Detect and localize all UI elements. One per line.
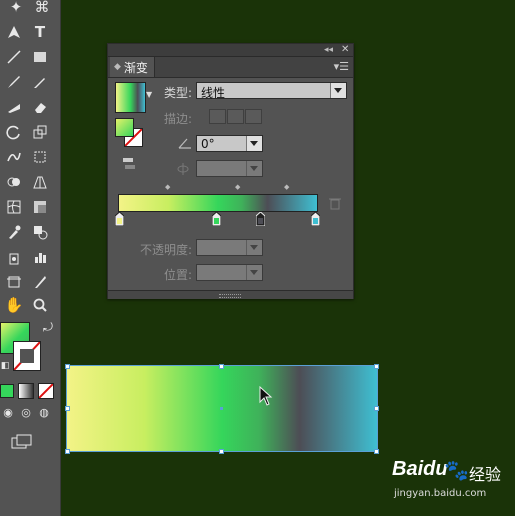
gradient-mode-button[interactable] — [18, 383, 34, 399]
watermark-brand-cn: 经验 — [469, 465, 502, 484]
color-stop-selected[interactable] — [256, 212, 265, 226]
angle-dropdown-arrow-icon — [246, 136, 262, 151]
opacity-input[interactable] — [196, 239, 263, 256]
stroke-label: 描边: — [164, 112, 193, 126]
column-graph-icon[interactable] — [28, 245, 52, 269]
pencil-icon[interactable] — [28, 70, 52, 94]
aspect-ratio-input[interactable] — [196, 160, 263, 177]
color-stop[interactable] — [212, 212, 221, 226]
slice-tool-icon[interactable] — [28, 270, 52, 294]
midpoint-marker[interactable]: ◆ — [235, 183, 240, 191]
selection-handle[interactable] — [65, 406, 70, 411]
tab-gradient[interactable]: ◆ 渐变 — [110, 57, 155, 77]
type-dropdown[interactable]: 线性 — [196, 82, 347, 100]
gradient-slider[interactable] — [118, 194, 318, 212]
none-mode-button[interactable] — [38, 383, 54, 399]
watermark-brand: Baidu — [392, 458, 448, 480]
draw-normal-icon[interactable]: ◉ — [0, 404, 16, 420]
delete-stop-icon[interactable] — [329, 197, 341, 213]
selection-handle[interactable] — [219, 449, 224, 454]
blob-brush-icon[interactable] — [2, 95, 26, 119]
tab-gradient-label: 渐变 — [123, 60, 148, 75]
aspect-ratio-icon — [176, 162, 190, 179]
selection-handle[interactable] — [374, 406, 379, 411]
color-mode-button[interactable] — [0, 384, 14, 398]
gradient-preview-swatch[interactable] — [115, 82, 146, 113]
perspective-grid-icon[interactable] — [28, 170, 52, 194]
type-tool-icon[interactable]: T — [28, 20, 52, 44]
symbol-sprayer-icon[interactable] — [2, 245, 26, 269]
angle-value: 0° — [201, 137, 215, 151]
paintbrush-icon[interactable] — [2, 70, 26, 94]
angle-input[interactable]: 0° — [196, 135, 263, 152]
artboard-tool-icon[interactable] — [2, 270, 26, 294]
default-colors-icon[interactable]: ◧ — [0, 360, 10, 372]
tools-panel: ✦ ⌘ T ✋ ⤾ ◧ ◉ ◎ ◍ — [0, 0, 61, 516]
center-point — [220, 407, 223, 410]
eraser-icon[interactable] — [28, 95, 52, 119]
selection-handle[interactable] — [374, 364, 379, 369]
gradient-panel: ◂◂ ✕ ◆ 渐变 ▾☰ ▼ 类型: 线性 描边: 0° ◆ ◆ ◆ 不透明度:… — [107, 43, 354, 299]
watermark: Baidu 🐾 经验 jingyan.baidu.com — [392, 458, 512, 508]
gradient-tool-icon[interactable] — [28, 195, 52, 219]
opacity-label: 不透明度: — [140, 243, 193, 257]
watermark-url: jingyan.baidu.com — [394, 488, 487, 499]
pen-tool-icon[interactable] — [2, 20, 26, 44]
draw-inside-icon[interactable]: ◍ — [36, 404, 52, 420]
tab-expand-icon: ◆ — [114, 62, 121, 72]
free-transform-icon[interactable] — [28, 145, 52, 169]
midpoint-marker[interactable]: ◆ — [165, 183, 170, 191]
midpoint-marker[interactable]: ◆ — [284, 183, 289, 191]
paw-logo-icon: 🐾 — [444, 458, 469, 482]
panel-tabs: ◆ 渐变 ▾☰ — [108, 57, 353, 78]
close-panel-icon[interactable]: ✕ — [341, 44, 349, 56]
color-stop[interactable] — [311, 212, 320, 226]
panel-menu-icon[interactable]: ▾☰ — [334, 60, 349, 73]
swap-fill-stroke-icon[interactable]: ⤾ — [36, 320, 60, 334]
selection-handle[interactable] — [219, 364, 224, 369]
collapse-panel-icon[interactable]: ◂◂ — [324, 44, 333, 56]
stroke-across-button[interactable] — [245, 109, 262, 124]
selection-handle[interactable] — [65, 449, 70, 454]
angle-icon — [178, 137, 192, 152]
selection-handle[interactable] — [65, 364, 70, 369]
lasso-icon[interactable]: ⌘ — [30, 0, 54, 14]
rectangle-tool-icon[interactable] — [28, 45, 52, 69]
magic-wand-icon[interactable]: ✦ — [4, 0, 28, 14]
hand-tool-icon[interactable]: ✋ — [2, 293, 26, 317]
fill-indicator[interactable] — [115, 118, 134, 137]
stroke-along-button[interactable] — [227, 109, 244, 124]
shape-builder-icon[interactable] — [2, 170, 26, 194]
selection-handle[interactable] — [374, 449, 379, 454]
panel-title-bar[interactable]: ◂◂ ✕ — [108, 44, 353, 57]
type-dropdown-arrow-icon — [330, 83, 346, 98]
stroke-within-button[interactable] — [209, 109, 226, 124]
gradient-presets-arrow-icon[interactable]: ▼ — [146, 90, 152, 99]
aspect-dropdown-arrow-icon — [246, 161, 262, 176]
location-dropdown-arrow-icon — [246, 265, 262, 280]
zoom-tool-icon[interactable] — [28, 293, 52, 317]
reverse-gradient-icon[interactable] — [121, 157, 137, 171]
line-tool-icon[interactable] — [2, 45, 26, 69]
eyedropper-icon[interactable] — [2, 220, 26, 244]
stroke-swatch[interactable] — [13, 341, 41, 371]
blend-tool-icon[interactable] — [28, 220, 52, 244]
warp-tool-icon[interactable] — [2, 145, 26, 169]
opacity-dropdown-arrow-icon — [246, 240, 262, 255]
color-stop[interactable] — [115, 212, 124, 226]
location-label: 位置: — [164, 268, 193, 282]
type-value: 线性 — [201, 86, 226, 100]
location-input[interactable] — [196, 264, 263, 281]
mesh-tool-icon[interactable] — [2, 195, 26, 219]
type-label: 类型: — [164, 86, 193, 100]
mouse-cursor-icon — [259, 386, 273, 406]
scale-tool-icon[interactable] — [28, 120, 52, 144]
draw-behind-icon[interactable]: ◎ — [18, 404, 34, 420]
screen-mode-icon[interactable] — [10, 430, 34, 454]
panel-resize-grip[interactable] — [108, 290, 353, 299]
rotate-tool-icon[interactable] — [2, 120, 26, 144]
